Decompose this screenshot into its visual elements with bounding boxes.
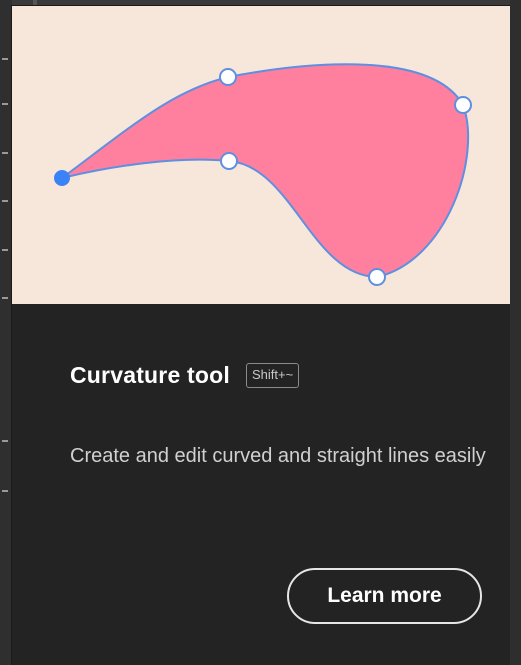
ruler-tick — [2, 103, 8, 105]
curvature-illustration — [12, 6, 510, 304]
anchor-point — [368, 268, 386, 286]
anchor-point — [219, 68, 237, 86]
ruler-tick — [2, 152, 8, 154]
ruler-tick — [2, 490, 8, 492]
title-row: Curvature tool Shift+~ — [70, 362, 300, 389]
tool-title: Curvature tool — [70, 362, 230, 388]
ruler-tick — [2, 440, 8, 442]
tool-description: Create and edit curved and straight line… — [70, 445, 486, 467]
selected-anchor-point — [54, 170, 70, 186]
anchor-point — [454, 96, 472, 114]
ruler-tick — [2, 200, 8, 202]
ruler-tick — [2, 297, 8, 299]
curve-shape-svg — [54, 63, 472, 286]
learn-more-button[interactable]: Learn more — [287, 568, 482, 624]
right-edge-panel — [510, 0, 521, 665]
ruler-tick — [2, 58, 8, 60]
ruler-tick — [2, 249, 8, 251]
anchor-point — [220, 152, 238, 170]
curved-shape — [61, 63, 470, 279]
tool-tooltip-card: Curvature tool Shift+~ Create and edit c… — [12, 6, 510, 665]
shortcut-badge: Shift+~ — [245, 363, 300, 388]
left-ruler — [0, 0, 12, 665]
